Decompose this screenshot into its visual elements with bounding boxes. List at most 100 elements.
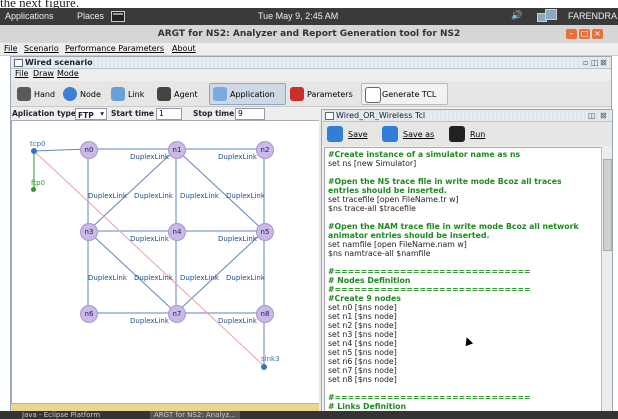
application-tool-button[interactable]: Application	[209, 83, 286, 105]
frame-close-icon[interactable]: ⊠	[600, 111, 607, 120]
generate-tcl-label: Generate TCL	[382, 90, 437, 99]
scenario-menu-mode[interactable]: Mode	[57, 69, 79, 78]
link-label: DuplexLink	[88, 192, 127, 200]
agent-icon	[157, 87, 171, 101]
save-label: Save	[348, 130, 368, 139]
tcl-code-area[interactable]: #Create instance of a simulator name as …	[324, 147, 602, 413]
sink-agent-icon[interactable]	[261, 364, 267, 370]
code-line: set tracefile [open FileName.tr w]	[328, 195, 459, 204]
scenario-menubar: File Draw Mode	[11, 69, 611, 80]
hand-tool-button[interactable]: Hand	[13, 83, 57, 105]
node-n2[interactable]: n2	[256, 141, 274, 159]
code-comment-line: #==============================	[328, 267, 531, 276]
maximize-button[interactable]: □	[579, 29, 590, 39]
node-n0[interactable]: n0	[80, 141, 98, 159]
run-label: Run	[470, 130, 486, 139]
menu-file[interactable]: File	[4, 44, 17, 53]
close-button[interactable]: ×	[592, 29, 603, 39]
run-button[interactable]: Run	[447, 125, 495, 143]
frame-icon	[325, 112, 334, 120]
agent-tcp0[interactable]: tcp0	[30, 140, 46, 148]
task-eclipse[interactable]: Java - Eclipse Platform	[22, 411, 100, 419]
frame-maximize-icon[interactable]: ◫	[588, 111, 596, 120]
link-label: DuplexLink	[218, 317, 257, 325]
frame-icon	[14, 59, 23, 67]
code-line: set n7 [$ns node]	[328, 366, 397, 375]
volume-icon[interactable]: 🔊	[511, 11, 522, 21]
save-button[interactable]: Save	[325, 125, 373, 143]
minimize-button[interactable]: –	[566, 29, 577, 39]
agent-tool-label: Agent	[174, 90, 198, 99]
parameters-tool-button[interactable]: Parameters	[286, 83, 360, 105]
app-type-label: Aplication type	[12, 109, 77, 118]
user-name[interactable]: FARENDRA	[568, 11, 617, 21]
task-argt[interactable]: ARGT for NS2: Analyz...	[150, 411, 240, 419]
agent-ftp0[interactable]: ftp0	[31, 179, 45, 187]
agent-sink3[interactable]: sink3	[261, 355, 280, 363]
applications-menu[interactable]: Applications	[5, 11, 54, 21]
tcp-agent-icon[interactable]	[31, 148, 37, 154]
menu-performance-parameters[interactable]: Performance Parameters	[65, 44, 164, 53]
terminal-icon[interactable]	[111, 11, 125, 22]
places-menu[interactable]: Places	[77, 11, 104, 21]
code-line: set n6 [$ns node]	[328, 357, 397, 366]
application-tool-label: Application	[230, 90, 275, 99]
node-n5[interactable]: n5	[256, 223, 274, 241]
code-line: set n2 [$ns node]	[328, 321, 397, 330]
menu-scenario[interactable]: Scenario	[24, 44, 59, 53]
link-tool-button[interactable]: Link	[107, 83, 153, 105]
node-n7[interactable]: n7	[168, 305, 186, 323]
main-menubar: File Scenario Performance Parameters Abo…	[0, 43, 618, 56]
link-label: DuplexLink	[180, 274, 219, 282]
node-n4[interactable]: n4	[168, 223, 186, 241]
scenario-menu-draw[interactable]: Draw	[33, 69, 54, 78]
link-label: DuplexLink	[226, 192, 265, 200]
code-line: set ns [new Simulator]	[328, 159, 417, 168]
document-icon	[365, 87, 381, 103]
link-tool-label: Link	[128, 90, 145, 99]
application-icon	[213, 87, 227, 101]
code-comment-line: #==============================	[328, 393, 531, 402]
code-line: set n3 [$ns node]	[328, 330, 397, 339]
network-icon[interactable]	[537, 9, 557, 23]
code-comment-line: entries should be inserted.	[328, 186, 447, 195]
tcl-editor-toolbar: Save Save as Run	[322, 122, 612, 146]
node-tool-button[interactable]: Node	[59, 83, 107, 105]
node-n8[interactable]: n8	[256, 305, 274, 323]
frame-close-icon[interactable]: ⊠	[600, 58, 607, 67]
generate-tcl-button[interactable]: Generate TCL	[361, 83, 448, 105]
scenario-toolbar: Hand Node Link Agent Application Paramet…	[11, 81, 611, 107]
tcl-editor-titlebar[interactable]: Wired_OR_Wireless Tcl ◫ ⊠	[322, 110, 612, 122]
save-as-button[interactable]: Save as	[380, 125, 440, 143]
panel-clock[interactable]: Tue May 9, 2:45 AM	[258, 11, 338, 21]
code-line: set n0 [$ns node]	[328, 303, 397, 312]
window-title: ARGT for NS2: Analyzer and Report Genera…	[157, 29, 461, 39]
link-label: DuplexLink	[134, 274, 173, 282]
code-line: set n5 [$ns node]	[328, 348, 397, 357]
code-comment-line: #Open the NAM trace file in write mode B…	[328, 222, 579, 231]
code-comment-line: #==============================	[328, 285, 531, 294]
menu-about[interactable]: About	[172, 44, 196, 53]
node-tool-label: Node	[80, 90, 101, 99]
wired-scenario-titlebar[interactable]: Wired scenario ▫ ◫ ⊠	[11, 57, 611, 69]
scenario-menu-file[interactable]: File	[15, 69, 28, 78]
frame-maximize-icon[interactable]: ◫	[591, 58, 599, 67]
node-n1[interactable]: n1	[168, 141, 186, 159]
agent-tool-button[interactable]: Agent	[153, 83, 209, 105]
ftp-app-icon[interactable]	[31, 187, 36, 192]
window-titlebar[interactable]: ARGT for NS2: Analyzer and Report Genera…	[0, 25, 618, 44]
node-n6[interactable]: n6	[80, 305, 98, 323]
parameters-tool-label: Parameters	[307, 90, 353, 99]
start-time-input[interactable]	[156, 108, 182, 120]
code-vertical-scrollbar[interactable]	[601, 147, 612, 411]
code-comment-line: # Links Definition	[328, 402, 407, 411]
link-label: DuplexLink	[226, 274, 265, 282]
frame-iconify-icon[interactable]: ▫	[583, 58, 588, 67]
scrollbar-thumb[interactable]	[603, 159, 612, 251]
node-n3[interactable]: n3	[80, 223, 98, 241]
app-type-select[interactable]: FTP ▾	[75, 108, 107, 120]
code-comment-line: animator entries should be inserted.	[328, 231, 490, 240]
topology-canvas[interactable]: tcp0 ftp0 sink3 n0 n1 n2 n3 n4 n5 n6 n7 …	[11, 120, 321, 406]
stop-time-input[interactable]	[235, 108, 265, 120]
code-line: set namfile [open FileName.nam w]	[328, 240, 467, 249]
